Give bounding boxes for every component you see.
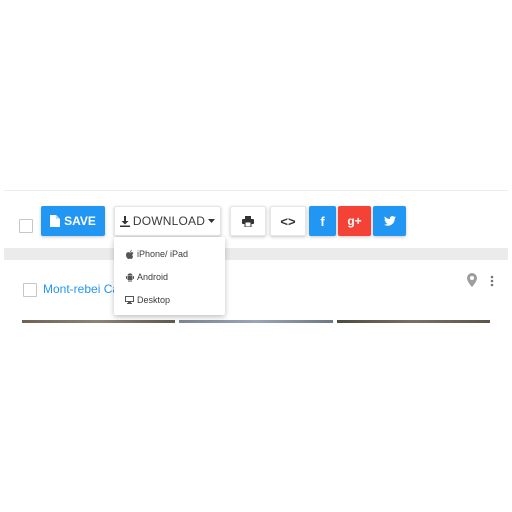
thumbnail-image[interactable] bbox=[22, 320, 176, 323]
item-checkbox[interactable] bbox=[23, 283, 37, 297]
google-plus-icon: g+ bbox=[347, 214, 362, 228]
caret-down-icon bbox=[208, 219, 216, 223]
file-icon bbox=[50, 215, 61, 227]
google-plus-share-button[interactable]: g+ bbox=[338, 206, 371, 236]
card-title-link[interactable]: Mont-rebei Ca bbox=[43, 282, 119, 296]
menu-item-android[interactable]: Android bbox=[125, 270, 168, 284]
android-icon bbox=[125, 272, 134, 282]
menu-item-label: iPhone/ iPad bbox=[137, 249, 189, 259]
print-button[interactable] bbox=[230, 206, 266, 236]
menu-item-iphone-ipad[interactable]: iPhone/ iPad bbox=[125, 247, 188, 261]
thumbnail-image[interactable] bbox=[336, 320, 490, 323]
twitter-share-button[interactable] bbox=[373, 206, 406, 236]
print-icon bbox=[242, 215, 254, 227]
embed-code-button[interactable]: <> bbox=[270, 206, 306, 236]
more-vert-icon[interactable] bbox=[489, 274, 495, 288]
download-label: DOWNLOAD bbox=[132, 214, 206, 228]
facebook-share-button[interactable]: f bbox=[309, 206, 336, 236]
separator-band bbox=[4, 248, 508, 260]
facebook-icon: f bbox=[320, 213, 325, 229]
page: SAVE DOWNLOAD <> f g+ Mont-rebei Ca iPho… bbox=[0, 0, 512, 512]
menu-item-label: Desktop bbox=[137, 295, 171, 305]
thumbnail-image[interactable] bbox=[179, 320, 333, 323]
menu-item-desktop[interactable]: Desktop bbox=[125, 293, 170, 307]
image-strip bbox=[22, 320, 490, 323]
desktop-icon bbox=[125, 296, 134, 305]
apple-icon bbox=[125, 249, 134, 259]
download-button[interactable]: DOWNLOAD bbox=[114, 206, 221, 236]
code-icon: <> bbox=[280, 213, 296, 229]
twitter-icon bbox=[383, 216, 396, 226]
save-button[interactable]: SAVE bbox=[41, 206, 105, 236]
menu-item-label: Android bbox=[137, 272, 169, 282]
map-pin-icon[interactable] bbox=[466, 273, 478, 287]
download-icon bbox=[119, 215, 130, 227]
select-all-checkbox[interactable] bbox=[19, 219, 33, 233]
save-label: SAVE bbox=[64, 214, 96, 228]
